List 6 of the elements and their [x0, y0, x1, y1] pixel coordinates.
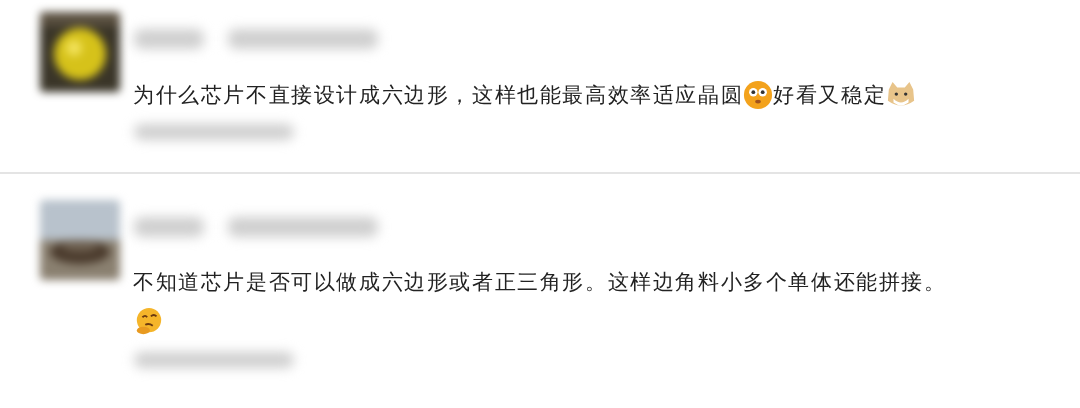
emoji-icon [743, 80, 774, 110]
comment-text: 好看又稳定 [773, 82, 887, 109]
comment-text: 不知道芯片是否可以做成六边形或者正三角形。这样边角料小多个单体还能拼接。 [133, 269, 947, 296]
redacted-name [134, 217, 204, 237]
comment-text: 为什么芯片不直接设计成六边形，这样也能最高效率适应晶圆 [133, 82, 744, 109]
redacted-name [134, 29, 204, 49]
